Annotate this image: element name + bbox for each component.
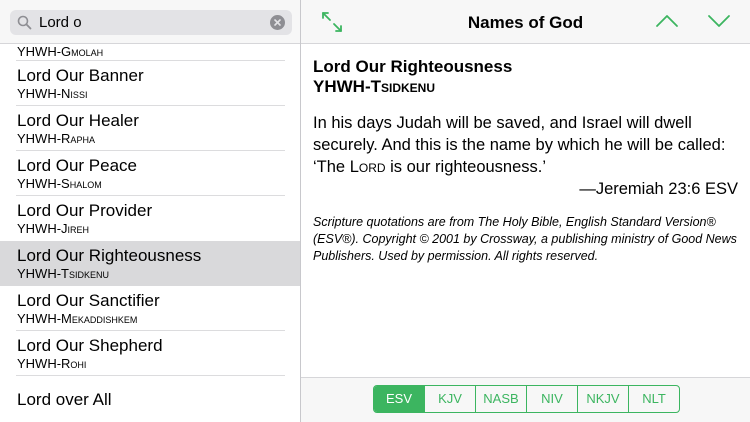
version-esv-button[interactable]: ESV [374, 386, 424, 412]
version-selector: ESV KJV NASB NIV NKJV NLT [373, 385, 680, 413]
verse-text-part: is our righteousness.’ [385, 158, 547, 176]
list-item-hebrew: YHWH-Tsidkenu [17, 266, 109, 281]
list-item[interactable]: Lord Our Sanctifier YHWH-Mekaddishkem [0, 286, 300, 331]
list-item-selected[interactable]: Lord Our Righteousness YHWH-Tsidkenu [0, 241, 300, 286]
version-nlt-button[interactable]: NLT [628, 386, 679, 412]
detail-hebrew: YHWH-Tsidkenu [313, 77, 435, 96]
version-kjv-button[interactable]: KJV [424, 386, 475, 412]
list-item[interactable]: Lord Our Healer YHWH-Rapha [0, 106, 300, 151]
version-nkjv-button[interactable]: NKJV [577, 386, 628, 412]
detail-nav-bar: Names of God [301, 0, 750, 44]
list-item[interactable]: Lord Our Shepherd YHWH-Rohi [0, 331, 300, 376]
names-list: YHWH-Gmolah Lord Our Banner YHWH-Nissi L… [0, 44, 300, 422]
list-item-hebrew: YHWH-Rohi [17, 356, 87, 371]
list-item-hebrew: YHWH-Gmolah [17, 44, 104, 59]
list-item-name: Lord Our Shepherd [17, 336, 163, 355]
detail-panel: Names of God Lord Our Righteousness YHWH… [301, 0, 750, 422]
detail-content: Lord Our Righteousness YHWH-Tsidkenu In … [313, 57, 738, 265]
chevron-up-icon[interactable] [655, 13, 679, 29]
verse-lord: Lord [349, 158, 386, 176]
list-item[interactable]: Lord Our Peace YHWH-Shalom [0, 151, 300, 196]
list-item-name: Lord Our Healer [17, 111, 139, 130]
search-bar: Lord o [0, 0, 300, 44]
clear-icon[interactable] [270, 15, 285, 30]
search-input[interactable]: Lord o [10, 10, 292, 35]
version-nasb-button[interactable]: NASB [475, 386, 526, 412]
chevron-down-icon[interactable] [707, 13, 731, 29]
list-item-name: Lord over All [17, 390, 112, 409]
search-icon [17, 15, 32, 30]
list-item[interactable]: YHWH-Gmolah [0, 44, 300, 61]
list-item-hebrew: YHWH-Shalom [17, 176, 102, 191]
list-item-name: Lord Our Provider [17, 201, 153, 220]
list-item-name: Lord Our Righteousness [17, 246, 202, 265]
verse-text: In his days Judah will be saved, and Isr… [313, 112, 738, 178]
names-list-panel: Lord o YHWH-Gmolah Lord Our Banner YHWH-… [0, 0, 300, 422]
verse-reference: —Jeremiah 23:6 ESV [579, 180, 738, 198]
list-item-name: Lord Our Peace [17, 156, 138, 175]
list-item-hebrew: YHWH-Nissi [17, 86, 88, 101]
list-item[interactable]: Lord Our Provider YHWH-Jireh [0, 196, 300, 241]
list-item-name: Lord Our Banner [17, 66, 144, 85]
version-toolbar: ESV KJV NASB NIV NKJV NLT [301, 377, 750, 422]
search-value: Lord o [39, 14, 82, 31]
detail-title: Lord Our Righteousness [313, 57, 513, 76]
list-item-hebrew: YHWH-Mekaddishkem [17, 311, 138, 326]
page-title: Names of God [467, 13, 584, 32]
list-item-hebrew: YHWH-Jireh [17, 221, 90, 236]
list-item[interactable]: Lord over All [0, 376, 300, 422]
list-item-hebrew: YHWH-Rapha [17, 131, 95, 146]
copyright-notice: Scripture quotations are from The Holy B… [313, 215, 737, 263]
version-niv-button[interactable]: NIV [526, 386, 577, 412]
list-item[interactable]: Lord Our Banner YHWH-Nissi [0, 61, 300, 106]
list-item-name: Lord Our Sanctifier [17, 291, 160, 310]
